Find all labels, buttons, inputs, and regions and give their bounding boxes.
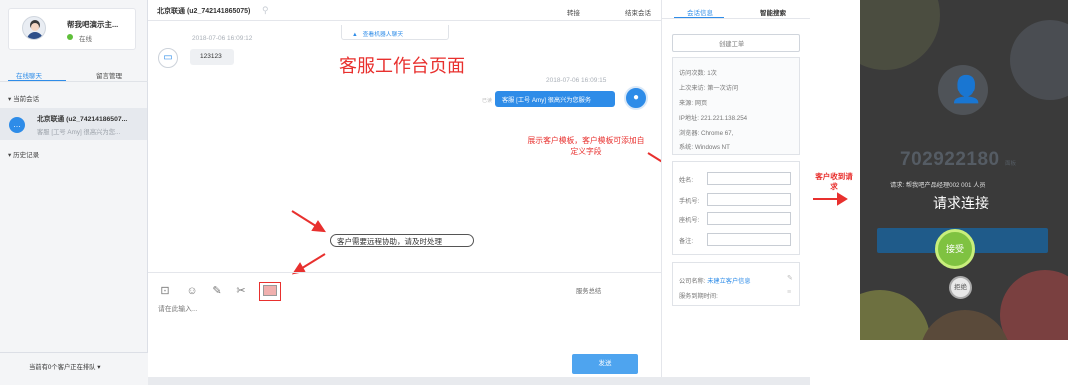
requester-id-tag: 面板 [1005, 161, 1017, 167]
mobile-field[interactable] [707, 193, 791, 206]
ip-address: IP地址: 221.221.138.254 [679, 115, 748, 122]
request-annotation: 客户收到请求 [815, 172, 853, 191]
name-field[interactable] [707, 172, 791, 185]
tab-smart-search[interactable]: 智能搜索 [760, 7, 786, 17]
arrowhead [837, 192, 848, 206]
user-icon: 👤 [950, 74, 983, 104]
pencil-icon[interactable]: ✎ [787, 274, 793, 282]
arrowhead [311, 220, 326, 233]
request-title: 请求连接 [933, 195, 989, 211]
requester-id: 702922180 [900, 149, 1000, 170]
source: 来源: 网页 [679, 100, 708, 107]
bg-circle [860, 290, 930, 340]
phone-label: 座机号: [679, 217, 700, 224]
remote-desktop-icon [263, 285, 277, 296]
emoji-icon[interactable]: ☺ [185, 284, 199, 298]
bg-circle [920, 310, 1010, 340]
tab-session-info[interactable]: 会话信息 [687, 7, 713, 17]
create-order-label: 创建工单 [719, 41, 745, 48]
phone-field[interactable] [707, 212, 791, 225]
system: 系统: Windows NT [679, 144, 730, 151]
scissors-icon[interactable]: ✂ [234, 284, 248, 298]
browser: 浏览器: Chrome 67, [679, 130, 734, 137]
folder-upload-icon[interactable]: ⊡ [158, 284, 172, 298]
mobile-label: 手机号: [679, 198, 700, 205]
bg-circle [860, 0, 940, 70]
send-button[interactable]: 发送 [572, 354, 638, 374]
last-visit: 上次来访: 第一次访问 [679, 85, 739, 92]
bg-circle [1010, 20, 1068, 100]
company-label: 公司名称: [679, 278, 706, 285]
requester-org: 请求: 帮我吧产品经理002 001 人员 [890, 182, 986, 189]
list-icon[interactable]: ≡ [787, 289, 791, 296]
service-summary-label[interactable]: 服务总结 [576, 286, 601, 295]
bottom-strip [148, 377, 810, 385]
name-label: 姓名: [679, 177, 694, 184]
remark-label: 备注: [679, 238, 694, 245]
create-customer-link[interactable]: 未建立客户信息 [707, 278, 750, 285]
visit-count: 访问次数: 1次 [679, 70, 717, 77]
tabs-divider [661, 18, 810, 19]
bg-circle [1000, 270, 1068, 340]
reject-button[interactable]: 拒绝 [949, 276, 972, 299]
remark-field[interactable] [707, 233, 791, 246]
accept-button[interactable]: 接受 [935, 229, 975, 269]
service-expiry: 服务到期时间: [679, 293, 718, 300]
message-input[interactable]: 请在此输入... [158, 303, 198, 313]
company-name: 公司名称: 未建立客户信息 [679, 276, 751, 285]
edit-icon[interactable]: ✎ [210, 284, 224, 298]
remote-assist-annotation: 客户需要远程协助，请及时处理 [337, 237, 442, 246]
input-divider [148, 272, 661, 273]
